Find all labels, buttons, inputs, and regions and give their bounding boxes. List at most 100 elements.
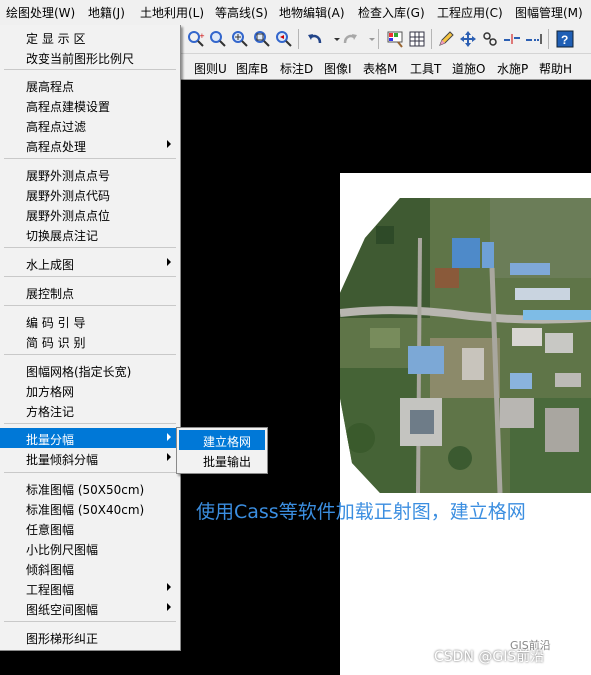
menu-item-label: 图形梯形纠正 xyxy=(26,632,99,646)
menu-item-label: 水上成图 xyxy=(26,258,75,272)
move-icon[interactable] xyxy=(458,29,478,49)
break-line-icon[interactable] xyxy=(502,29,522,49)
menu-item-label: 批量分幅 xyxy=(26,433,75,447)
annotation-caption: 使用Cass等软件加载正射图，建立格网 xyxy=(196,501,526,523)
menu-item-label: 展野外测点点位 xyxy=(26,209,111,223)
menu-item-elevation-filter[interactable]: 高程点过滤 xyxy=(0,115,180,135)
extend-line-icon[interactable] xyxy=(524,29,544,49)
submenu-item-create-grid[interactable]: 建立格网 xyxy=(179,430,265,450)
menubar: 绘图处理(W) 地籍(J) 土地利用(L) 等高线(S) 地物编辑(A) 检查入… xyxy=(0,0,591,26)
menu-item-label: 倾斜图幅 xyxy=(26,563,75,577)
submenu-item-batch-output[interactable]: 批量输出 xyxy=(179,450,265,470)
menu-item-label: 改变当前图形比例尺 xyxy=(26,52,135,66)
menu-item-label: 标准图幅 (50X50cm) xyxy=(26,483,145,497)
menu-sheet-manage[interactable]: 图幅管理(M) xyxy=(515,4,583,21)
zoom-extents-icon[interactable] xyxy=(252,29,272,49)
menu-image[interactable]: 图像I xyxy=(324,60,352,77)
toolbar-separator xyxy=(378,29,379,49)
menu-item-label: 加方格网 xyxy=(26,385,75,399)
pan-realtime-icon[interactable]: + xyxy=(186,29,206,49)
menu-annotate[interactable]: 标注D xyxy=(280,60,313,77)
menu-item-show-elevation-points[interactable]: 展高程点 xyxy=(0,75,180,95)
submenu-item-label: 建立格网 xyxy=(203,435,252,449)
menu-cadastre[interactable]: 地籍(J) xyxy=(88,4,125,21)
menu-separator xyxy=(4,472,176,473)
menu-item-field-point-number[interactable]: 展野外测点点号 xyxy=(0,164,180,184)
menu-item-small-scale-sheet[interactable]: 小比例尺图幅 xyxy=(0,538,180,558)
menu-land-use[interactable]: 土地利用(L) xyxy=(140,4,204,21)
svg-text:+: + xyxy=(199,32,205,40)
menu-separator xyxy=(4,354,176,355)
menu-road[interactable]: 道施O xyxy=(452,60,485,77)
menu-item-label: 标准图幅 (50X40cm) xyxy=(26,503,145,517)
menu-contour[interactable]: 等高线(S) xyxy=(215,4,268,21)
zoom-window-icon[interactable] xyxy=(208,29,228,49)
menu-item-paper-space-sheet[interactable]: 图纸空间图幅 xyxy=(0,598,180,618)
grid-table-icon[interactable] xyxy=(407,29,427,49)
menu-item-tilted-sheet[interactable]: 倾斜图幅 xyxy=(0,558,180,578)
menu-feature-edit[interactable]: 地物编辑(A) xyxy=(279,4,345,21)
menu-item-label: 图纸空间图幅 xyxy=(26,603,99,617)
menu-item-standard-sheet-50x50[interactable]: 标准图幅 (50X50cm) xyxy=(0,478,180,498)
watermark-text: CSDN @GIS前沿 xyxy=(434,649,545,665)
submenu-item-label: 批量输出 xyxy=(203,455,252,469)
menu-item-change-scale[interactable]: 改变当前图形比例尺 xyxy=(0,47,180,67)
menu-item-elevation-model-settings[interactable]: 高程点建模设置 xyxy=(0,95,180,115)
menu-item-label: 小比例尺图幅 xyxy=(26,543,99,557)
toolbar-menus: 图则U 图库B 标注D 图像I 表格M 工具T 道施O 水施P 帮助H xyxy=(180,54,591,80)
match-properties-icon[interactable] xyxy=(385,29,405,49)
menu-item-label: 定 显 示 区 xyxy=(26,32,86,46)
submenu-arrow-icon xyxy=(167,453,171,461)
menu-item-label: 切换展点注记 xyxy=(26,229,99,243)
zoom-previous-icon[interactable] xyxy=(274,29,294,49)
menu-item-set-display-area[interactable]: 定 显 示 区 xyxy=(0,27,180,47)
menu-item-sheet-grid[interactable]: 图幅网格(指定长宽) xyxy=(0,360,180,380)
menu-help[interactable]: 帮助H xyxy=(539,60,572,77)
submenu-arrow-icon xyxy=(167,140,171,148)
menu-item-control-points[interactable]: 展控制点 xyxy=(0,282,180,302)
menu-separator xyxy=(4,621,176,622)
menu-separator xyxy=(4,276,176,277)
zoom-in-icon[interactable] xyxy=(230,29,250,49)
menu-item-water-mapping[interactable]: 水上成图 xyxy=(0,253,180,273)
menu-rules[interactable]: 图则U xyxy=(194,60,227,77)
menu-item-batch-sheet-split[interactable]: 批量分幅 xyxy=(0,428,180,448)
undo-icon[interactable] xyxy=(305,29,325,49)
menu-item-standard-sheet-50x40[interactable]: 标准图幅 (50X40cm) xyxy=(0,498,180,518)
menu-draw-process[interactable]: 绘图处理(W) xyxy=(6,4,75,21)
menu-item-add-square-grid[interactable]: 加方格网 xyxy=(0,380,180,400)
menu-item-field-point-code[interactable]: 展野外测点代码 xyxy=(0,184,180,204)
menu-item-label: 批量倾斜分幅 xyxy=(26,453,99,467)
menu-item-batch-tilted-split[interactable]: 批量倾斜分幅 xyxy=(0,448,180,468)
menu-item-engineering-sheet[interactable]: 工程图幅 xyxy=(0,578,180,598)
redo-icon[interactable] xyxy=(340,29,360,49)
menu-item-label: 方格注记 xyxy=(26,405,75,419)
menu-check-import[interactable]: 检查入库(G) xyxy=(358,4,425,21)
toolbar-icons: + ? xyxy=(180,25,591,54)
menu-item-field-point-position[interactable]: 展野外测点点位 xyxy=(0,204,180,224)
menu-table[interactable]: 表格M xyxy=(363,60,397,77)
menu-item-code-guide[interactable]: 编 码 引 导 xyxy=(0,311,180,331)
menu-item-simple-code-recognition[interactable]: 简 码 识 别 xyxy=(0,331,180,351)
menu-item-label: 高程点建模设置 xyxy=(26,100,111,114)
menu-engineering[interactable]: 工程应用(C) xyxy=(437,4,503,21)
menu-tools[interactable]: 工具T xyxy=(410,60,441,77)
menu-item-label: 展野外测点代码 xyxy=(26,189,111,203)
pencil-icon[interactable] xyxy=(436,29,456,49)
menu-library[interactable]: 图库B xyxy=(236,60,268,77)
menu-item-toggle-point-annotation[interactable]: 切换展点注记 xyxy=(0,224,180,244)
menu-water[interactable]: 水施P xyxy=(497,60,528,77)
menu-item-grid-annotation[interactable]: 方格注记 xyxy=(0,400,180,420)
menu-item-trapezoid-correction[interactable]: 图形梯形纠正 xyxy=(0,627,180,647)
menu-separator xyxy=(4,158,176,159)
redo-dropdown-icon[interactable] xyxy=(362,29,382,49)
menu-item-label: 高程点处理 xyxy=(26,140,87,154)
help-icon[interactable]: ? xyxy=(555,29,575,49)
menu-item-elevation-process[interactable]: 高程点处理 xyxy=(0,135,180,155)
menu-item-label: 简 码 识 别 xyxy=(26,336,86,350)
svg-text:?: ? xyxy=(561,33,568,47)
node-edit-icon[interactable] xyxy=(480,29,500,49)
toolbar-separator xyxy=(431,29,432,49)
draw-process-menu: 定 显 示 区 改变当前图形比例尺 展高程点 高程点建模设置 高程点过滤 高程点… xyxy=(0,25,181,651)
menu-item-arbitrary-sheet[interactable]: 任意图幅 xyxy=(0,518,180,538)
